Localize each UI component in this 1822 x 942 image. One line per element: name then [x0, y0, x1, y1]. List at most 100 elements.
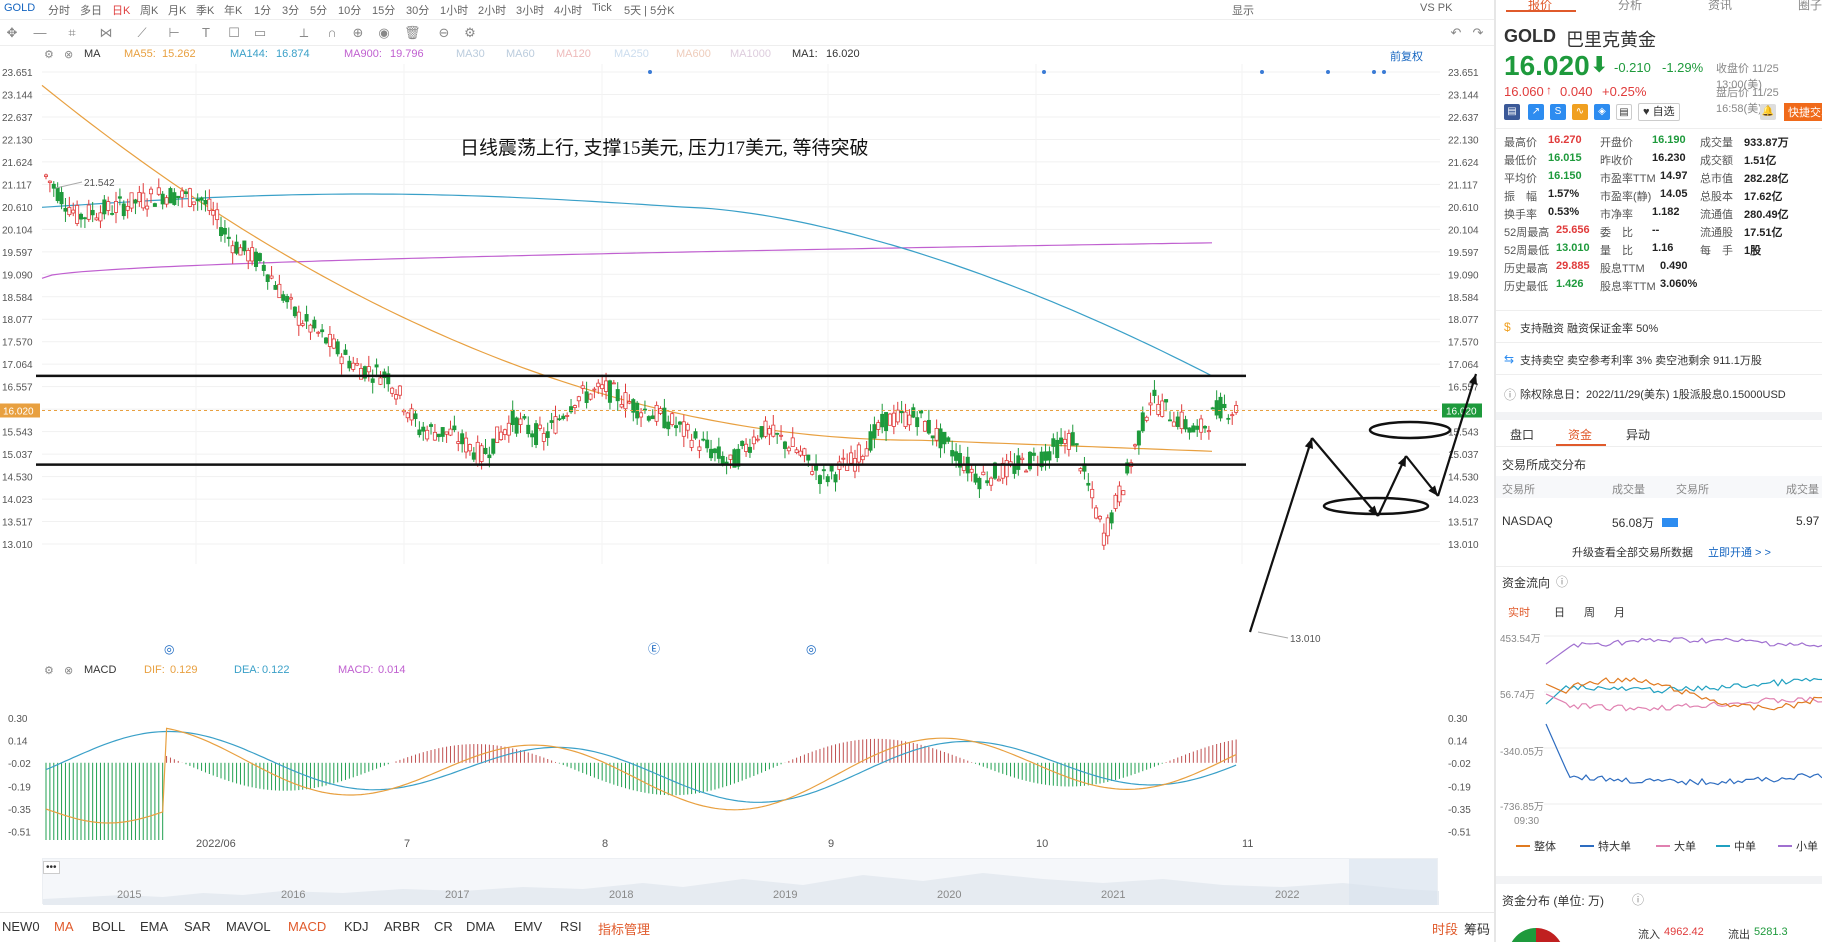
gear-icon[interactable]: ⚙: [44, 48, 54, 61]
tab-session[interactable]: 时段: [1432, 919, 1458, 938]
candle-body: [495, 426, 500, 443]
time-navigator[interactable]: ••• 2015 2016 2017 2018 2019 2020 2021 2…: [42, 858, 1439, 905]
tab-boll[interactable]: BOLL: [92, 919, 125, 934]
close-icon[interactable]: ⊗: [64, 664, 73, 677]
magnet-icon[interactable]: ∩: [324, 25, 340, 41]
period-tab-tick[interactable]: Tick: [592, 2, 612, 14]
quote-value: 0.53%: [1548, 206, 1580, 218]
ruler-icon[interactable]: ⟂: [296, 25, 312, 41]
macd-chart[interactable]: 0.30 0.30 0.14 0.14 -0.02 -0.02 -0.19 -0.19 -0.3…: [0, 680, 1494, 840]
y-tick-right: 21.117: [1448, 180, 1478, 191]
tab-indicator-manage[interactable]: 指标管理: [598, 919, 650, 938]
period-tab-4h[interactable]: 4小时: [554, 2, 582, 18]
upgrade-link[interactable]: 立即开通 > >: [1708, 544, 1771, 560]
redo-icon[interactable]: ↷: [1470, 25, 1486, 41]
tab-chips[interactable]: 筹码: [1464, 919, 1490, 938]
line-tool-icon[interactable]: —: [32, 25, 48, 41]
tab-arbr[interactable]: ARBR: [384, 919, 420, 934]
navigator-menu-icon[interactable]: •••: [43, 861, 60, 874]
period-tab-30m[interactable]: 30分: [406, 2, 429, 18]
period-tab-fenshi[interactable]: 分时: [48, 2, 70, 18]
gear-icon[interactable]: ⚙: [44, 664, 54, 677]
period-tab-5day[interactable]: 5天 | 5分K: [624, 2, 675, 18]
period-tab-quarter[interactable]: 季K: [196, 2, 214, 18]
tab-capital[interactable]: 资金: [1568, 426, 1592, 443]
candle-body: [771, 424, 776, 437]
link-icon[interactable]: ⊖: [436, 25, 452, 41]
flow-tab-realtime[interactable]: 实时: [1508, 604, 1530, 620]
quick-trade-button[interactable]: 快捷交易: [1784, 103, 1822, 121]
alert-bell-icon[interactable]: 🔔: [1760, 104, 1776, 120]
tab-ema[interactable]: EMA: [140, 919, 168, 934]
help-icon[interactable]: ⓘ: [1632, 891, 1644, 908]
text-tool-icon[interactable]: T: [198, 25, 214, 41]
trend-icon[interactable]: ↗: [1528, 104, 1544, 120]
period-tab-week[interactable]: 周K: [140, 2, 158, 18]
period-tab-1m[interactable]: 1分: [254, 2, 271, 18]
options-icon[interactable]: ∿: [1572, 104, 1588, 120]
settings-icon[interactable]: ⚙: [462, 25, 478, 41]
candle-body: [184, 191, 189, 194]
add-favorite-button[interactable]: ♥ 自选: [1638, 103, 1680, 121]
help-icon[interactable]: ⓘ: [1556, 573, 1568, 590]
visibility-icon[interactable]: ◉: [376, 25, 392, 41]
period-tab-15m[interactable]: 15分: [372, 2, 395, 18]
fib-tool-icon[interactable]: ⋈: [98, 25, 114, 41]
flow-tab-month[interactable]: 月: [1614, 604, 1625, 620]
period-tab-month[interactable]: 月K: [168, 2, 186, 18]
period-tab-duori[interactable]: 多日: [80, 2, 102, 18]
candle-body: [534, 423, 539, 446]
period-tab-3m[interactable]: 3分: [282, 2, 299, 18]
period-tab-3h[interactable]: 3小时: [516, 2, 544, 18]
tab-rsi[interactable]: RSI: [560, 919, 582, 934]
crosshair-icon[interactable]: ✥: [4, 25, 20, 41]
period-tab-2h[interactable]: 2小时: [478, 2, 506, 18]
candle-body: [289, 297, 294, 300]
period-tab-5m[interactable]: 5分: [310, 2, 327, 18]
flow-tab-week[interactable]: 周: [1584, 604, 1595, 620]
tab-movement[interactable]: 异动: [1626, 426, 1650, 443]
period-tab-year[interactable]: 年K: [224, 2, 242, 18]
tab-macd[interactable]: MACD: [288, 919, 326, 934]
tab-orderbook[interactable]: 盘口: [1510, 426, 1534, 443]
candle-body: [471, 452, 476, 460]
short-icon[interactable]: S: [1550, 104, 1566, 120]
shape-tool-icon[interactable]: ☐: [226, 25, 242, 41]
tab-dma[interactable]: DMA: [466, 919, 495, 934]
period-tab-1h[interactable]: 1小时: [440, 2, 468, 18]
ticker: GOLD: [1504, 26, 1556, 46]
tab-kdj[interactable]: KDJ: [344, 919, 369, 934]
channel-tool-icon[interactable]: ⌗: [64, 25, 80, 41]
close-icon[interactable]: ⊗: [64, 48, 73, 61]
trash-icon[interactable]: 🗑: [404, 25, 421, 41]
compare-button[interactable]: VS PK: [1420, 2, 1452, 14]
candle-body: [222, 227, 227, 235]
flow-tab-day[interactable]: 日: [1554, 604, 1565, 620]
tab-mavol[interactable]: MAVOL: [226, 919, 271, 934]
comment-tool-icon[interactable]: ▭: [252, 25, 268, 41]
lock-icon[interactable]: ⊕: [350, 25, 366, 41]
note-icon[interactable]: ▤: [1616, 104, 1632, 120]
tag-icon[interactable]: ◈: [1594, 104, 1610, 120]
tab-analysis[interactable]: 分析: [1618, 0, 1642, 13]
adjust-button[interactable]: 前复权: [1390, 48, 1494, 64]
tab-new0[interactable]: NEW0: [2, 919, 40, 934]
candle-body: [1086, 482, 1091, 486]
pattern-tool-icon[interactable]: ⟋: [134, 25, 150, 41]
tab-ma[interactable]: MA: [54, 919, 74, 934]
flow-axis-label: -736.85万: [1500, 802, 1544, 813]
view-menu[interactable]: 显示: [1232, 2, 1254, 18]
tab-sar[interactable]: SAR: [184, 919, 211, 934]
legend-small: 小单: [1796, 841, 1818, 853]
candle-body: [720, 455, 725, 465]
period-tab-day[interactable]: 日K: [112, 2, 130, 18]
tab-circle[interactable]: 圈子: [1798, 0, 1822, 13]
tab-emv[interactable]: EMV: [514, 919, 542, 934]
undo-icon[interactable]: ↶: [1448, 25, 1464, 41]
period-tab-10m[interactable]: 10分: [338, 2, 361, 18]
tab-news[interactable]: 资讯: [1708, 0, 1732, 13]
measure-tool-icon[interactable]: ⊢: [166, 25, 182, 41]
tab-cr[interactable]: CR: [434, 919, 453, 934]
capital-flow-chart[interactable]: [1496, 624, 1822, 814]
kline-chart[interactable]: 23.651 23.651 23.144 23.144 22.637 22.637 22.1…: [0, 64, 1494, 660]
